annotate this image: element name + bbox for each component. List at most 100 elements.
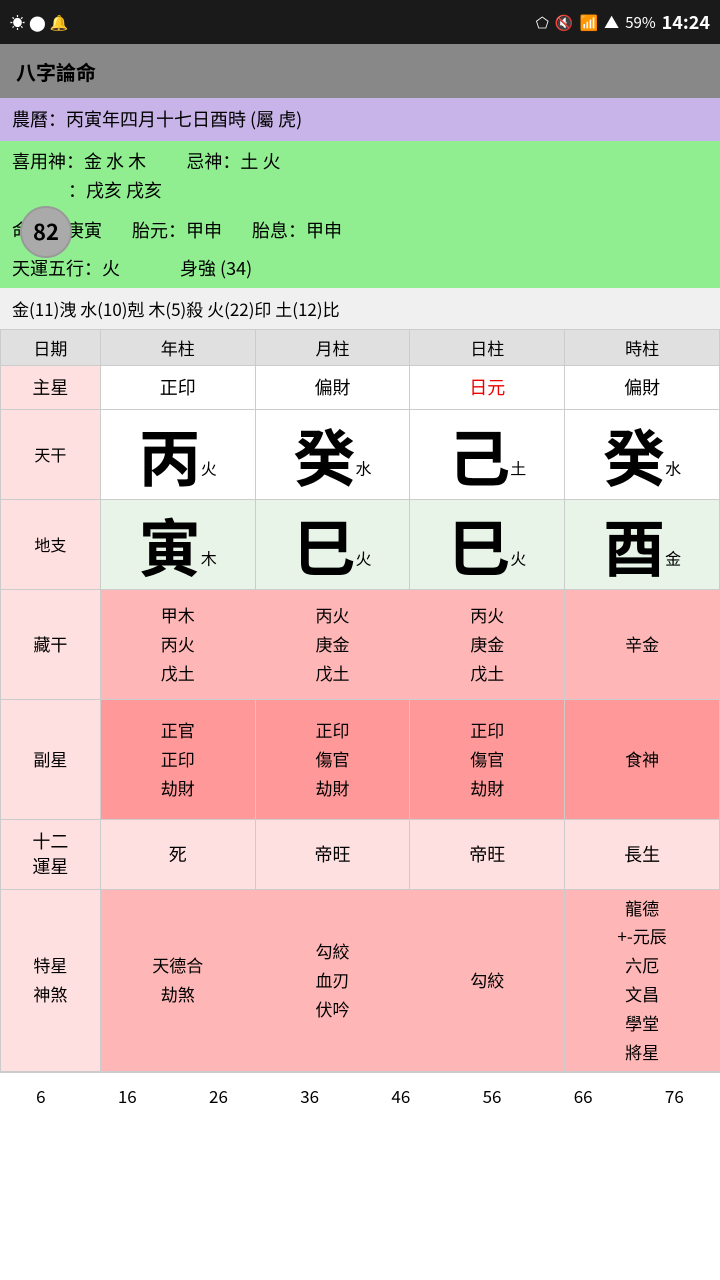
fuxing-nian: 正官 正印 劫財 bbox=[100, 699, 255, 819]
zhuxing-ri: 日元 bbox=[410, 365, 565, 409]
fuxing-yue: 正印 傷官 劫財 bbox=[255, 699, 410, 819]
bottom-num-26: 26 bbox=[209, 1083, 228, 1108]
canggan-ri: 丙火 庚金 戊土 bbox=[410, 589, 565, 699]
texing-label: 特星 神煞 bbox=[1, 889, 101, 1071]
taiyuan: 胎元：甲申 bbox=[132, 217, 222, 243]
god-section: 喜用神：金 水 木 忌神：土 火 82 ：戌亥 戌亥 bbox=[0, 141, 720, 211]
dizhi-ri: 巳火 bbox=[410, 499, 565, 589]
dizhi-shi: 酉金 bbox=[565, 499, 720, 589]
tiangan-ri: 己土 bbox=[410, 409, 565, 499]
col-nianzhu: 年柱 bbox=[100, 329, 255, 365]
sun-icon: ☀ bbox=[10, 12, 25, 33]
battery-text: 59% bbox=[625, 12, 655, 33]
tianyun: 天運五行：火 bbox=[12, 255, 120, 282]
bottom-num-36: 36 bbox=[300, 1083, 319, 1108]
tiangan-shi-elem: 水 bbox=[665, 455, 681, 479]
xiyong-line: 喜用神：金 水 木 忌神：土 火 bbox=[12, 147, 708, 176]
cmd-section: 命宮：庚寅 胎元：甲申 胎息：甲申 bbox=[0, 211, 720, 249]
shengqiang: 身強 (34) bbox=[180, 255, 252, 282]
fuxing-shi: 食神 bbox=[565, 699, 720, 819]
app-title: 八字論命 bbox=[16, 57, 96, 86]
tiangan-nian-elem: 火 bbox=[201, 455, 217, 479]
col-yuezhu: 月柱 bbox=[255, 329, 410, 365]
shier-nian: 死 bbox=[100, 819, 255, 889]
texing-ri: 勾絞 bbox=[410, 889, 565, 1071]
texing-row: 特星 神煞 天德合 劫煞 勾絞 血刃 伏吟 勾絞 龍德 +-元辰 六厄 文昌 學… bbox=[1, 889, 720, 1071]
dizhi-yue-char: 巳 bbox=[293, 499, 355, 589]
lunar-info: 農曆：丙寅年四月十七日酉時 (屬 虎) bbox=[12, 106, 708, 133]
circle-icon: ⬤ bbox=[29, 12, 46, 33]
bottom-num-56: 56 bbox=[483, 1083, 502, 1108]
texing-nian: 天德合 劫煞 bbox=[100, 889, 255, 1071]
time-display: 14:24 bbox=[662, 9, 710, 35]
table-header-row: 日期 年柱 月柱 日柱 時柱 bbox=[1, 329, 720, 365]
zhuxing-row: 主星 正印 偏財 日元 偏財 bbox=[1, 365, 720, 409]
god-line2-wrapper: 82 ：戌亥 戌亥 bbox=[12, 176, 708, 205]
tiangan-yue: 癸水 bbox=[255, 409, 410, 499]
tiangan-shi-char: 癸 bbox=[603, 409, 665, 499]
bluetooth-icon: ⬠ bbox=[536, 12, 549, 33]
tiangan-ri-char: 己 bbox=[448, 409, 510, 499]
five-elem-text: 金(11)洩 水(10)剋 木(5)殺 火(22)印 土(12)比 bbox=[12, 296, 340, 321]
texing-shi: 龍德 +-元辰 六厄 文昌 學堂 將星 bbox=[565, 889, 720, 1071]
fuxing-row: 副星 正官 正印 劫財 正印 傷官 劫財 正印 傷官 劫財 食神 bbox=[1, 699, 720, 819]
dizhi-shi-char: 酉 bbox=[603, 499, 665, 589]
signal-icon: ▲ bbox=[604, 12, 619, 33]
shier-yue: 帝旺 bbox=[255, 819, 410, 889]
col-rizhu: 日柱 bbox=[410, 329, 565, 365]
bottom-num-46: 46 bbox=[391, 1083, 410, 1108]
bazi-table: 日期 年柱 月柱 日柱 時柱 主星 正印 偏財 日元 偏財 天干 丙火 癸水 己… bbox=[0, 329, 720, 1072]
tiangan-yue-elem: 水 bbox=[355, 455, 371, 479]
five-elements-bar: 金(11)洩 水(10)剋 木(5)殺 火(22)印 土(12)比 bbox=[0, 288, 720, 329]
canggan-label: 藏干 bbox=[1, 589, 101, 699]
tiangan-yue-char: 癸 bbox=[293, 409, 355, 499]
zhuxing-yue: 偏財 bbox=[255, 365, 410, 409]
status-right: ⬠ 🔇 📶 ▲ 59% 14:24 bbox=[536, 9, 710, 35]
bottom-num-16: 16 bbox=[118, 1083, 137, 1108]
info-section: 農曆：丙寅年四月十七日酉時 (屬 虎) bbox=[0, 98, 720, 141]
canggan-nian: 甲木 丙火 戊土 bbox=[100, 589, 255, 699]
bottom-num-76: 76 bbox=[665, 1083, 684, 1108]
taixi: 胎息：甲申 bbox=[252, 217, 342, 243]
bottom-bar: 6 16 26 36 46 56 66 76 bbox=[0, 1072, 720, 1118]
bottom-num-66: 66 bbox=[574, 1083, 593, 1108]
texing-yue: 勾絞 血刃 伏吟 bbox=[255, 889, 410, 1071]
tiangan-label: 天干 bbox=[1, 409, 101, 499]
shier-shi: 長生 bbox=[565, 819, 720, 889]
mute-icon: 🔇 bbox=[555, 12, 574, 33]
bottom-num-6: 6 bbox=[36, 1083, 45, 1108]
zhuxing-label: 主星 bbox=[1, 365, 101, 409]
tiangan-ri-elem: 土 bbox=[510, 455, 526, 479]
dizhi-label: 地支 bbox=[1, 499, 101, 589]
dizhi-nian-char: 寅 bbox=[139, 499, 201, 589]
tiangan-nian: 丙火 bbox=[100, 409, 255, 499]
jishen-text: 忌神：土 火 bbox=[186, 148, 280, 174]
app-icon: 🔔 bbox=[50, 12, 69, 33]
dizhi-row: 地支 寅木 巳火 巳火 酉金 bbox=[1, 499, 720, 589]
xiyong-text: 喜用神：金 水 木 bbox=[12, 148, 146, 174]
score-badge: 82 bbox=[20, 206, 72, 258]
title-bar: 八字論命 bbox=[0, 44, 720, 98]
fuxing-label: 副星 bbox=[1, 699, 101, 819]
fuxing-ri: 正印 傷官 劫財 bbox=[410, 699, 565, 819]
canggan-shi: 辛金 bbox=[565, 589, 720, 699]
dizhi-yue: 巳火 bbox=[255, 499, 410, 589]
zhuxing-shi: 偏財 bbox=[565, 365, 720, 409]
dizhi-ri-elem: 火 bbox=[510, 545, 526, 569]
col-shizhu: 時柱 bbox=[565, 329, 720, 365]
wifi-icon: 📶 bbox=[579, 12, 598, 33]
col-riqi: 日期 bbox=[1, 329, 101, 365]
status-bar: ☀ ⬤ 🔔 ⬠ 🔇 📶 ▲ 59% 14:24 bbox=[0, 0, 720, 44]
dizhi-yue-elem: 火 bbox=[355, 545, 371, 569]
tiangan-shi: 癸水 bbox=[565, 409, 720, 499]
god-line2: ：戌亥 戌亥 bbox=[68, 177, 162, 203]
canggan-yue: 丙火 庚金 戊土 bbox=[255, 589, 410, 699]
dizhi-nian-elem: 木 bbox=[201, 545, 217, 569]
shier-label: 十二 運星 bbox=[1, 819, 101, 889]
tiangan-row: 天干 丙火 癸水 己土 癸水 bbox=[1, 409, 720, 499]
shier-ri: 帝旺 bbox=[410, 819, 565, 889]
status-left: ☀ ⬤ 🔔 bbox=[10, 12, 69, 33]
canggan-row: 藏干 甲木 丙火 戊土 丙火 庚金 戊土 丙火 庚金 戊土 辛金 bbox=[1, 589, 720, 699]
dizhi-nian: 寅木 bbox=[100, 499, 255, 589]
element-section: 天運五行：火 身強 (34) bbox=[0, 249, 720, 288]
